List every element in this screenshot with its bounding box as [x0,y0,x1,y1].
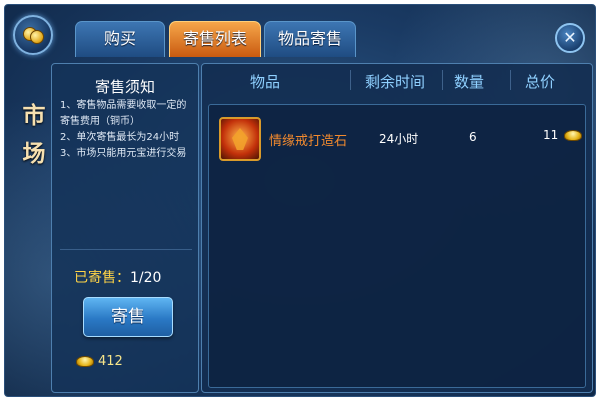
table-row[interactable]: 情缘戒打造石 24小时 6 11 [209,105,585,163]
item-price-value: 11 [543,128,559,142]
consigned-value: 1/20 [130,270,162,286]
consigned-count: 已寄售：1/20 [74,267,161,287]
header-quantity: 数量 [454,73,485,91]
close-button[interactable]: ✕ [555,23,585,53]
header-time-left: 剩余时间 [365,73,426,91]
notice-body: 1、寄售物品需要收取一定的寄售费用（铜币） 2、单次寄售最长为24小时 3、市场… [60,98,196,162]
header-separator [350,70,351,90]
close-icon: ✕ [563,28,577,47]
ingot-icon [564,130,583,141]
consign-button[interactable]: 寄售 [83,297,173,337]
ingot-balance: 412 [76,354,123,369]
notice-line: 3、市场只能用元宝进行交易 [60,148,187,159]
market-window: 购买 寄售列表 物品寄售 ✕ 市 场 寄售须知 1、寄售物品需要收取一定的寄售费… [4,4,596,397]
item-list: 情缘戒打造石 24小时 6 11 [208,104,586,388]
ingot-balance-value: 412 [98,354,123,369]
coins-icon [13,15,53,55]
header-separator [510,70,511,90]
consigned-label: 已寄售： [74,270,130,286]
consignment-list-panel: 物品 剩余时间 数量 总价 情缘戒打造石 24小时 6 11 [201,63,593,393]
header-separator [442,70,443,90]
notice-title: 寄售须知 [94,78,155,96]
market-title-char: 市 [22,102,46,129]
item-price: 11 [543,128,583,142]
tab-buy[interactable]: 购买 [75,21,165,57]
divider [60,249,192,250]
market-title-char: 场 [22,140,46,167]
ingot-icon [76,356,94,367]
tab-consignment-list[interactable]: 寄售列表 [169,21,261,57]
header-total-price: 总价 [525,73,556,91]
item-time-left: 24小时 [379,132,419,146]
table-header: 物品 剩余时间 数量 总价 [202,64,592,96]
tab-consign-item[interactable]: 物品寄售 [264,21,356,57]
forging-stone-icon[interactable] [219,117,261,161]
market-title: 市 场 [17,97,51,173]
notice-line: 2、单次寄售最长为24小时 [60,132,180,143]
notice-line: 1、寄售物品需要收取一定的寄售费用（铜币） [60,100,187,127]
header-item: 物品 [250,73,281,91]
item-quantity: 6 [469,130,477,144]
item-name: 情缘戒打造石 [269,134,348,149]
consignment-info-panel: 寄售须知 1、寄售物品需要收取一定的寄售费用（铜币） 2、单次寄售最长为24小时… [51,63,199,393]
